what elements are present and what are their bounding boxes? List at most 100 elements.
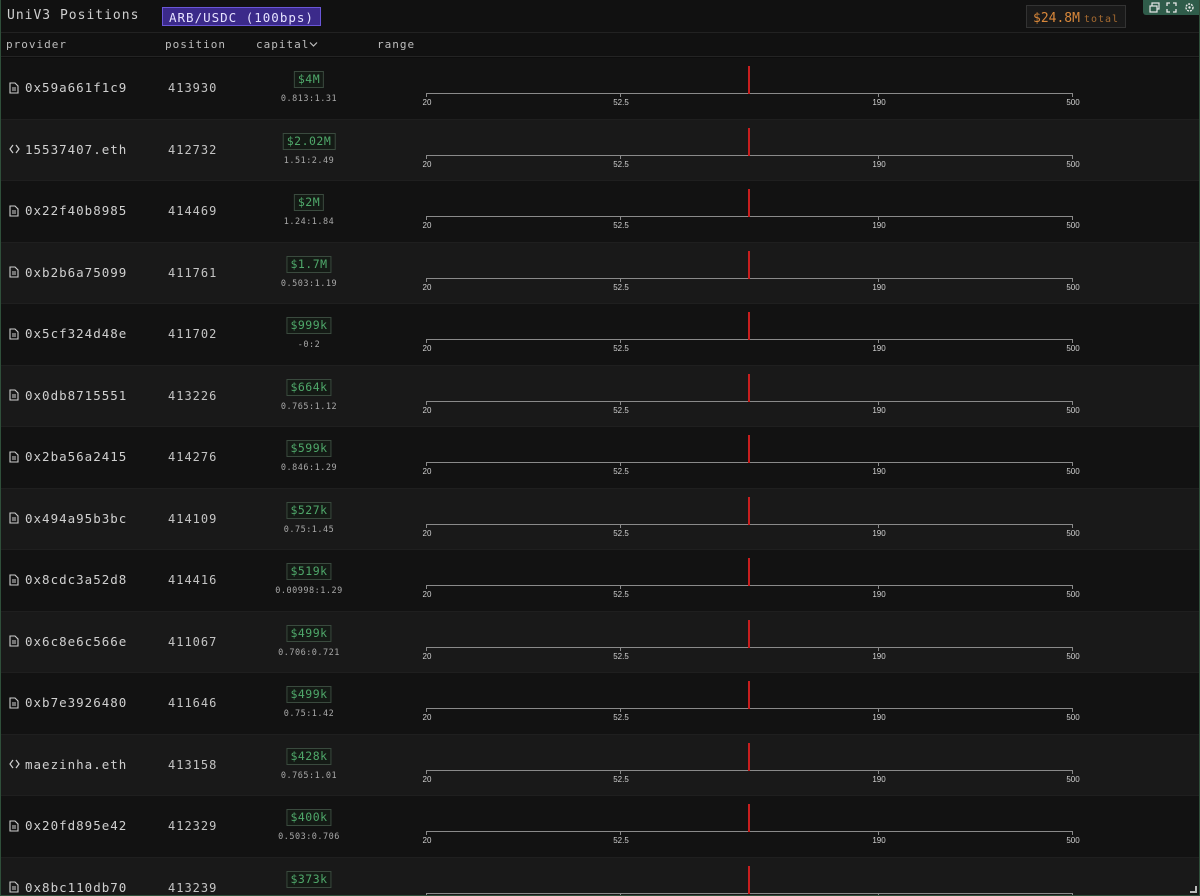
table-row[interactable]: 0x20fd895e42 412329 $400k 0.503:0.706 20 52.5…	[1, 796, 1199, 858]
axis-tick	[878, 154, 879, 159]
axis-tick	[620, 93, 621, 97]
axis-tick-label: 500	[1066, 836, 1080, 845]
axis-tick-label: 500	[1066, 590, 1080, 599]
table-row[interactable]: 0xb7e3926480 411646 $499k 0.75:1.42 20 52.5 19…	[1, 673, 1199, 735]
axis-tick-label: 52.5	[613, 282, 629, 292]
table-row[interactable]: 0x494a95b3bc 414109 $527k 0.75:1.45 20 52.5 19…	[1, 488, 1199, 550]
expand-icon[interactable]	[1166, 1, 1178, 14]
axis-tick-label: 190	[872, 836, 886, 845]
axis-tick-label: 500	[1066, 221, 1080, 230]
current-price-marker	[748, 66, 750, 94]
axis-tick	[1072, 216, 1073, 220]
table-row[interactable]: 0x59a661f1c9 413930 $4M 0.813:1.31 20 52.5 190…	[1, 58, 1199, 120]
column-capital-label: capital	[256, 38, 310, 51]
axis-tick	[1072, 769, 1073, 774]
axis-tick-label: 20	[422, 774, 432, 784]
column-provider[interactable]: provider	[6, 38, 67, 51]
axis-tick	[620, 708, 621, 712]
axis-tick	[1072, 154, 1073, 159]
axis-tick-label: 190	[872, 651, 886, 661]
axis-tick-label: 52.5	[613, 467, 629, 476]
axis-tick-label: 20	[422, 282, 432, 292]
current-price-marker	[748, 865, 750, 894]
axis-tick-label: 500	[1066, 774, 1080, 784]
axis-tick	[426, 892, 427, 895]
table-row[interactable]: 0x0db8715551 413226 $664k 0.765:1.12 20 52.5 1…	[1, 365, 1199, 427]
axis-tick-label: 20	[422, 344, 432, 353]
column-capital[interactable]: capital	[256, 38, 318, 51]
axis-tick	[878, 769, 879, 774]
axis-tick	[1072, 462, 1073, 466]
axis-tick	[426, 339, 427, 343]
axis-tick	[426, 154, 427, 159]
axis-tick	[878, 708, 879, 712]
axis-tick	[878, 831, 879, 835]
table-row[interactable]: 15537407.eth 412732 $2.02M 1.51:2.49 20 52.5 1…	[1, 119, 1199, 181]
axis-tick-label: 500	[1066, 98, 1080, 107]
axis-tick-label: 52.5	[613, 528, 629, 538]
total-capital-label: total	[1083, 14, 1120, 25]
axis-tick	[426, 216, 427, 220]
pair-selector[interactable]: ARB/USDC (100bps)	[162, 7, 321, 26]
axis-tick-label: 20	[422, 590, 432, 599]
range-axis: 20 52.5 190 500	[1, 735, 1199, 796]
current-price-marker	[748, 435, 750, 463]
axis-tick	[878, 400, 879, 405]
axis-tick	[1072, 892, 1073, 895]
table-row[interactable]: 0xb2b6a75099 411761 $1.7M 0.503:1.19 20 52.5 1…	[1, 242, 1199, 304]
axis-tick-label: 52.5	[613, 590, 629, 599]
axis-tick	[426, 708, 427, 712]
column-range[interactable]: range	[377, 38, 415, 51]
table-row[interactable]: 0x2ba56a2415 414276 $599k 0.846:1.29 20 52.5 1…	[1, 427, 1199, 489]
range-axis: 20 52.5 190 500	[1, 58, 1199, 119]
axis-tick-label: 190	[872, 282, 886, 292]
positions-table-body: 0x59a661f1c9 413930 $4M 0.813:1.31 20 52.5 190…	[1, 58, 1199, 895]
resize-grip-icon[interactable]	[1190, 886, 1197, 893]
axis-tick	[620, 892, 621, 895]
axis-tick-label: 190	[872, 405, 886, 415]
axis-tick	[620, 769, 621, 774]
axis-tick	[426, 93, 427, 97]
table-row[interactable]: 0x22f40b8985 414469 $2M 1.24:1.84 20 52.5 190 5…	[1, 181, 1199, 243]
axis-tick	[1072, 708, 1073, 712]
restore-icon[interactable]	[1149, 1, 1161, 14]
axis-tick-label: 20	[422, 713, 432, 722]
current-price-marker	[748, 373, 750, 402]
axis-tick-label: 190	[872, 713, 886, 722]
axis-tick	[878, 339, 879, 343]
axis-tick	[878, 646, 879, 651]
axis-tick-label: 20	[422, 651, 432, 661]
total-capital-badge: $24.8M total	[1026, 5, 1127, 28]
axis-tick-label: 190	[872, 98, 886, 107]
table-row[interactable]: 0x6c8e6c566e 411067 $499k 0.706:0.721 20 52.5…	[1, 611, 1199, 673]
table-row[interactable]: 0x8bc110db70413239$373k2052.5190500	[1, 857, 1199, 895]
axis-tick	[426, 277, 427, 282]
current-price-marker	[748, 496, 750, 525]
current-price-marker	[748, 189, 750, 217]
axis-tick	[1072, 646, 1073, 651]
current-price-marker	[748, 127, 750, 156]
axis-tick	[878, 277, 879, 282]
axis-tick	[1072, 400, 1073, 405]
axis-tick-label: 20	[422, 98, 432, 107]
axis-tick-label: 500	[1066, 467, 1080, 476]
axis-tick	[1072, 585, 1073, 589]
table-row[interactable]: maezinha.eth 413158 $428k 0.765:1.01 20 52.5 1…	[1, 734, 1199, 796]
axis-tick	[426, 400, 427, 405]
axis-tick	[426, 585, 427, 589]
axis-tick	[878, 523, 879, 528]
axis-tick	[1072, 831, 1073, 835]
axis-tick	[426, 831, 427, 835]
column-position[interactable]: position	[165, 38, 226, 51]
axis-tick	[620, 277, 621, 282]
axis-tick	[1072, 523, 1073, 528]
axis-tick-label: 20	[422, 405, 432, 415]
settings-icon[interactable]	[1183, 2, 1195, 14]
axis-tick	[426, 462, 427, 466]
axis-tick-label: 500	[1066, 405, 1080, 415]
table-row[interactable]: 0x5cf324d48e 411702 $999k -0:2 20 52.5 190 500	[1, 304, 1199, 366]
table-row[interactable]: 0x8cdc3a52d8 414416 $519k 0.00998:1.29 20 52.…	[1, 550, 1199, 612]
axis-tick	[620, 154, 621, 159]
axis-tick-label: 52.5	[613, 98, 629, 107]
axis-tick-label: 190	[872, 590, 886, 599]
